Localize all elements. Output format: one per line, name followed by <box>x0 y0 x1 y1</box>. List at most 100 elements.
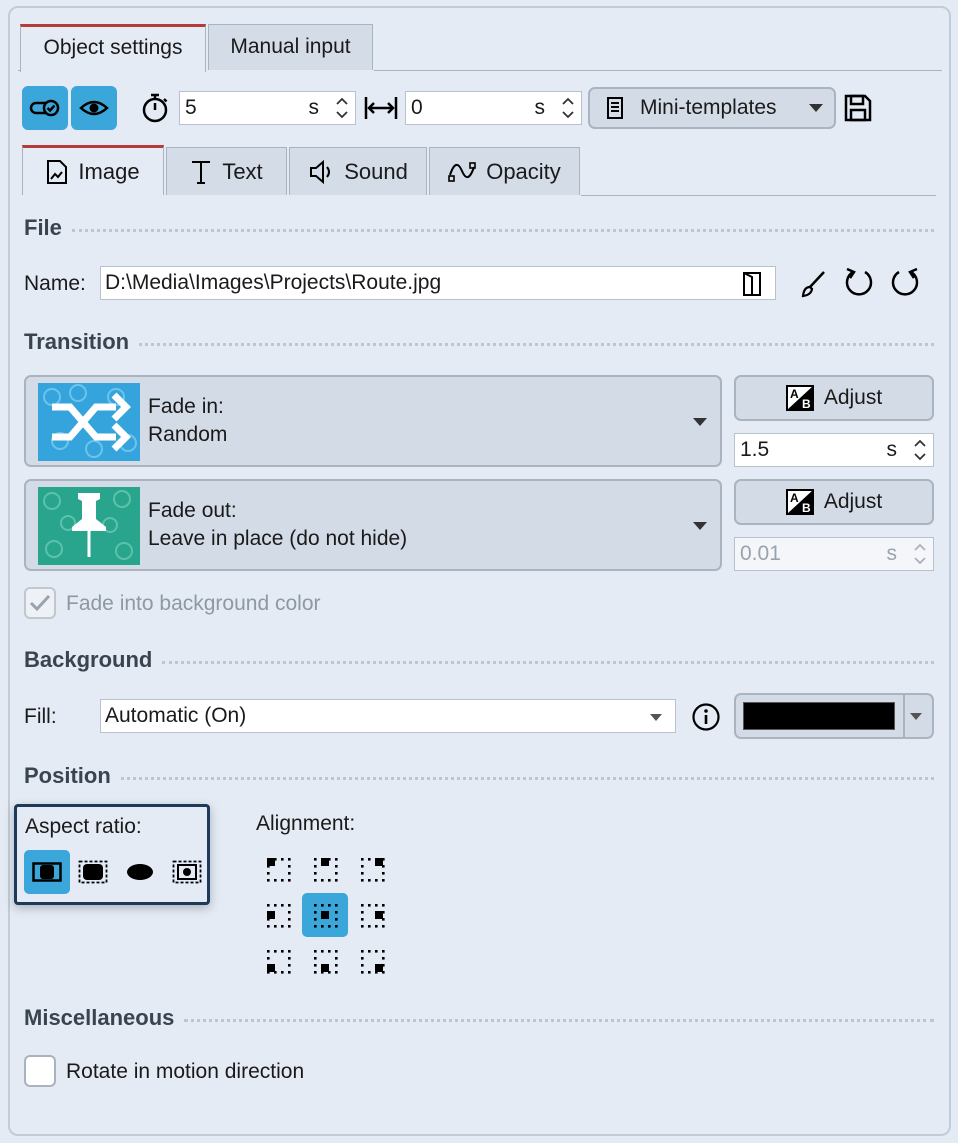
align-middle-left-icon <box>267 904 291 928</box>
file-name-field[interactable]: D:\Media\Images\Projects\Route.jpg <box>100 266 776 300</box>
aspect-fill-button[interactable] <box>70 850 116 894</box>
chevron-down-icon <box>910 713 922 720</box>
speaker-icon <box>310 159 331 184</box>
tab-manual-input[interactable]: Manual input <box>208 24 373 70</box>
align-top-center-button[interactable] <box>302 847 348 891</box>
image-file-icon <box>47 159 68 184</box>
fade-out-duration-value: 0.01 <box>740 542 781 565</box>
chevron-down-icon <box>809 104 823 112</box>
section-file-title: File <box>24 215 62 240</box>
svg-text:A: A <box>790 387 799 401</box>
duration-value: 5 <box>185 96 197 119</box>
fade-bg-checkbox[interactable] <box>24 587 56 619</box>
file-name-value: D:\Media\Images\Projects\Route.jpg <box>105 271 442 294</box>
tab-text[interactable]: Text <box>166 147 287 195</box>
picker-divider <box>903 693 905 739</box>
random-transition-thumbnail <box>38 383 140 461</box>
align-bottom-left-button[interactable] <box>255 939 301 983</box>
aspect-stretch-icon <box>127 864 153 880</box>
spinner-arrows-icon[interactable] <box>335 95 349 121</box>
align-middle-left-button[interactable] <box>255 893 301 937</box>
tab-divider <box>374 70 942 71</box>
section-transition: Transition <box>24 328 934 356</box>
rotate-motion-label: Rotate in motion direction <box>66 1060 305 1083</box>
fade-in-duration-spinner[interactable]: 1.5 s <box>734 433 934 467</box>
section-transition-title: Transition <box>24 329 130 354</box>
spinner-arrows-icon[interactable] <box>561 95 575 121</box>
align-middle-right-icon <box>361 904 385 928</box>
fade-out-duration-spinner[interactable]: 0.01 s <box>734 537 934 571</box>
name-label: Name: <box>24 272 86 295</box>
section-position-title: Position <box>24 763 111 788</box>
fade-in-duration-value: 1.5 <box>740 438 770 461</box>
color-swatch <box>743 702 895 730</box>
mini-templates-dropdown[interactable]: Mini-templates <box>588 87 836 129</box>
duration-spinner[interactable]: 5 s <box>179 91 356 125</box>
rotate-right-icon[interactable] <box>889 267 921 299</box>
fade-out-adjust-button[interactable]: A B Adjust <box>734 479 934 525</box>
link-check-icon <box>29 99 60 117</box>
chevron-down-icon <box>693 418 707 426</box>
tab-image-label: Image <box>78 158 140 184</box>
section-background-title: Background <box>24 647 153 672</box>
link-toggle-button[interactable] <box>22 86 68 130</box>
align-bottom-center-icon <box>314 950 338 974</box>
aspect-original-button[interactable] <box>164 850 210 894</box>
align-top-right-icon <box>361 858 385 882</box>
rotate-left-icon[interactable] <box>843 267 875 299</box>
align-center-button[interactable] <box>302 893 348 937</box>
fill-value: Automatic (On) <box>105 704 247 727</box>
align-top-right-button[interactable] <box>349 847 395 891</box>
spinner-arrows-icon[interactable] <box>913 541 927 567</box>
align-middle-right-button[interactable] <box>349 893 395 937</box>
tab-manual-input-label: Manual input <box>230 35 351 58</box>
spinner-arrows-icon[interactable] <box>913 437 927 463</box>
aspect-ratio-group: Aspect ratio: <box>14 804 210 905</box>
offset-value: 0 <box>411 96 423 119</box>
stopwatch-icon <box>142 93 168 123</box>
aspect-fit-button[interactable] <box>24 850 70 894</box>
open-folder-icon[interactable] <box>741 271 765 297</box>
fade-in-adjust-label: Adjust <box>823 386 883 409</box>
fade-out-dropdown[interactable]: Fade out: Leave in place (do not hide) <box>24 479 722 571</box>
section-background: Background <box>24 646 934 674</box>
tab-image[interactable]: Image <box>22 145 164 195</box>
rotate-motion-checkbox[interactable] <box>24 1055 56 1087</box>
aspect-fit-icon <box>32 862 62 882</box>
fade-out-label: Fade out: <box>148 499 237 522</box>
pushpin-transition-thumbnail <box>38 487 140 565</box>
save-icon[interactable] <box>843 93 873 123</box>
info-icon[interactable] <box>691 702 721 732</box>
chevron-down-icon <box>693 522 707 530</box>
fade-in-adjust-button[interactable]: A B Adjust <box>734 375 934 421</box>
fade-out-adjust-label: Adjust <box>823 490 883 513</box>
fill-label: Fill: <box>24 705 57 728</box>
tab-sound[interactable]: Sound <box>289 147 427 195</box>
tab-sound-label: Sound <box>344 158 408 184</box>
checkmark-icon <box>29 594 51 612</box>
brush-icon[interactable] <box>798 269 828 299</box>
align-bottom-right-button[interactable] <box>349 939 395 983</box>
fill-dropdown[interactable]: Automatic (On) <box>100 699 676 733</box>
background-color-picker[interactable] <box>734 693 934 739</box>
fade-bg-label: Fade into background color <box>66 592 321 615</box>
align-bottom-right-icon <box>361 950 385 974</box>
tab-divider-left <box>18 70 20 71</box>
align-bottom-center-button[interactable] <box>302 939 348 983</box>
offset-spinner[interactable]: 0 s <box>405 91 582 125</box>
fade-out-duration-unit: s <box>886 542 898 565</box>
align-top-left-button[interactable] <box>255 847 301 891</box>
fade-in-label: Fade in: <box>148 395 224 418</box>
section-file: File <box>24 214 934 242</box>
aspect-fill-icon <box>78 860 108 884</box>
width-arrows-icon <box>364 97 398 119</box>
aspect-original-icon <box>172 860 202 884</box>
visibility-button[interactable] <box>71 86 117 130</box>
tab-object-settings[interactable]: Object settings <box>20 24 206 72</box>
eye-icon <box>79 100 109 116</box>
alignment-label: Alignment: <box>256 812 356 835</box>
ab-transition-icon: A B <box>785 489 814 515</box>
fade-in-dropdown[interactable]: Fade in: Random <box>24 375 722 467</box>
tab-opacity[interactable]: Opacity <box>429 147 580 195</box>
aspect-stretch-button[interactable] <box>117 850 163 894</box>
